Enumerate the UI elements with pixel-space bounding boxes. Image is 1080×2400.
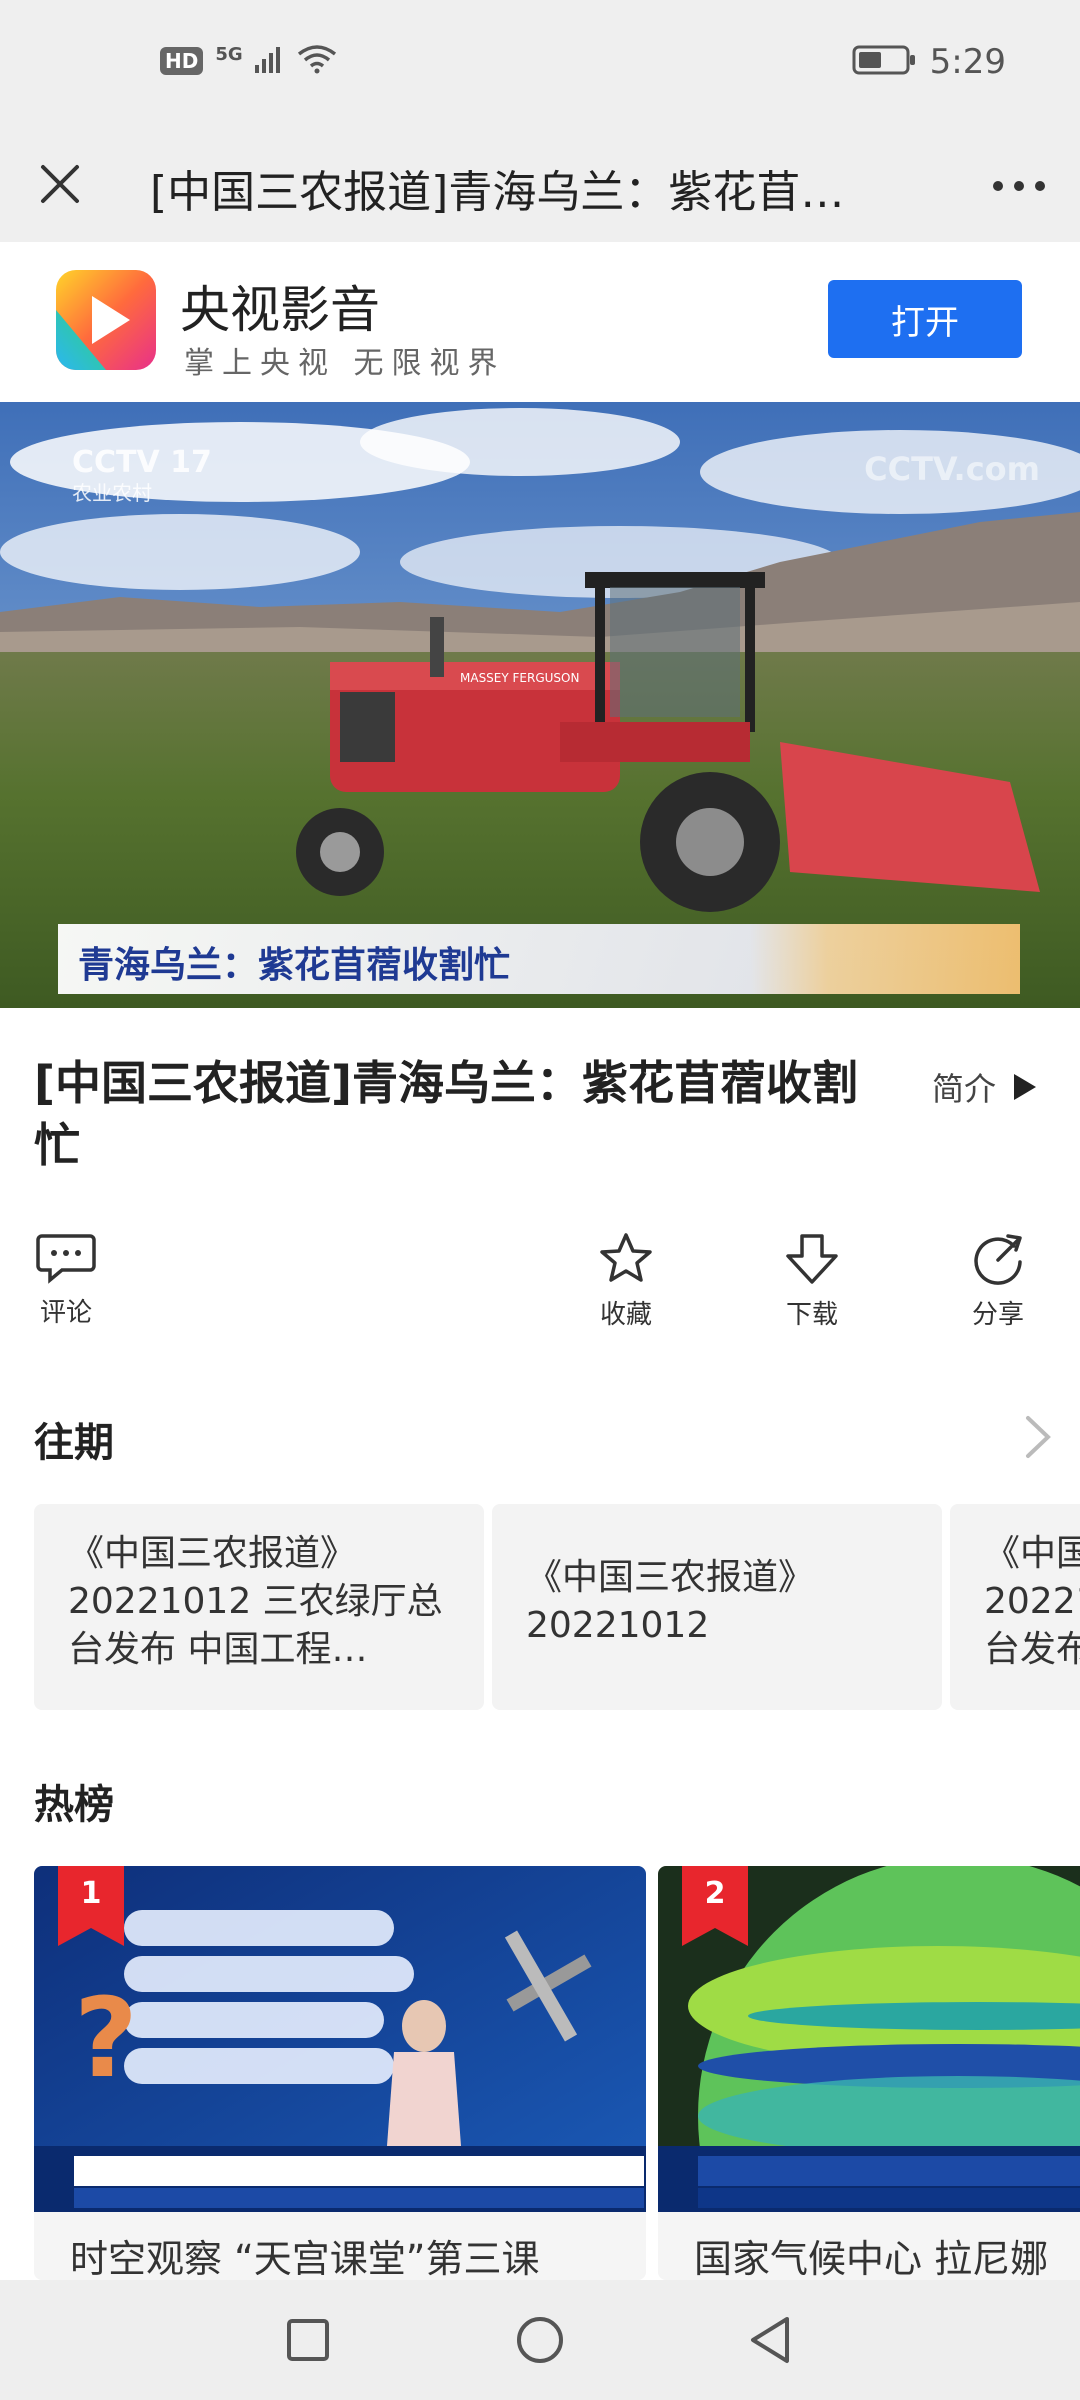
title-bar: [中国三农报道]青海乌兰：紫花苜… [0,130,1080,242]
square-icon [287,2319,329,2361]
signal-icon [254,45,285,77]
episode-title: 《中国三农报道》20221012 三农绿厅总台发布 中国工程… [68,1533,443,1670]
hd-badge: HD [160,47,204,75]
open-app-button[interactable]: 打开 [828,280,1022,358]
rank-badge: 1 [58,1866,124,1946]
past-episodes-more[interactable] [1020,1414,1056,1464]
channel-logo: CCTV 17 农业农村 [72,448,212,508]
channel-logo-text: CCTV 17 [72,445,212,480]
intro-link[interactable]: 简介 [932,1064,1038,1110]
hot-list: ? 1 时空观察 “天宫课堂”第三课 2 国家气候中心 拉尼娜 [34,1866,1080,2280]
rank-number: 1 [80,1876,102,1911]
video-headline: [中国三农报道]青海乌兰：紫花苜蓿收割忙 [34,1056,859,1172]
share-label: 分享 [971,1300,1024,1330]
rank-number: 2 [704,1876,726,1911]
download-action[interactable]: 下载 [784,1232,840,1331]
hot-item-title: 时空观察 “天宫课堂”第三课 [70,2237,540,2280]
home-button[interactable] [510,2310,570,2370]
episode-title: 《中国三农报道》20221012 [526,1557,815,1646]
intro-label: 简介 [932,1070,997,1108]
app-name: 央视影音 [180,281,380,339]
watermark: CCTV.com [864,450,1040,488]
comment-label: 评论 [39,1298,92,1328]
past-episodes-title: 往期 [34,1420,114,1466]
download-label: 下载 [785,1300,838,1330]
favorite-action[interactable]: 收藏 [598,1232,654,1331]
hot-thumbnail: ? [34,1866,646,2212]
rank-badge: 2 [682,1866,748,1946]
hot-card[interactable]: 2 国家气候中心 拉尼娜 [658,1866,1080,2280]
episode-card[interactable]: 《中国三农报道》20221012 三农绿厅总台发布 中国工程… [34,1504,484,1710]
network-type: 5G [215,43,243,65]
app-slogan: 掌上央视 无限视界 [184,346,506,381]
more-icon [993,181,1045,191]
comment-action[interactable]: 评论 [36,1232,96,1329]
star-icon [600,1233,652,1282]
recent-apps-button[interactable] [278,2310,338,2370]
app-logo [56,270,156,370]
chevron-right-icon [1026,1416,1051,1458]
wifi-icon [297,44,337,78]
hot-list-title: 热榜 [34,1782,114,1828]
close-button[interactable] [28,152,92,216]
more-button[interactable] [984,156,1054,216]
share-icon [974,1234,1022,1285]
episode-title: 《中国三农报道》20221012 三农绿厅总台发布 [984,1533,1080,1670]
close-icon [41,165,79,203]
page-title: [中国三农报道]青海乌兰：紫花苜… [150,167,845,218]
status-icons-left: HD 5G [160,44,337,78]
share-action[interactable]: 分享 [970,1232,1026,1331]
video-caption: 青海乌兰：紫花苜蓿收割忙 [78,945,511,986]
hot-item-title: 国家气候中心 拉尼娜 [694,2237,1049,2280]
svg-text:MASSEY FERGUSON: MASSEY FERGUSON [460,671,579,685]
status-icons-right: 5:29 [852,42,1006,82]
status-bar: HD 5G 5:29 [0,0,1080,130]
download-icon [786,1234,838,1284]
favorite-label: 收藏 [599,1300,652,1330]
comment-icon [36,1234,96,1284]
clock: 5:29 [929,42,1006,82]
svg-text:?: ? [74,1974,138,2102]
app-promo-banner: 央视影音 掌上央视 无限视界 打开 [0,242,1080,402]
circle-icon [517,2317,563,2363]
back-button[interactable] [740,2310,800,2370]
channel-logo-sub: 农业农村 [72,481,152,505]
episode-card[interactable]: 《中国三农报道》20221012 [492,1504,942,1710]
battery-icon [852,44,916,80]
play-triangle-icon [1014,1074,1037,1100]
episode-card[interactable]: 《中国三农报道》20221012 三农绿厅总台发布 [950,1504,1080,1710]
video-caption-bar: 青海乌兰：紫花苜蓿收割忙 [58,924,1020,994]
hot-card[interactable]: ? 1 时空观察 “天宫课堂”第三课 [34,1866,646,2280]
system-nav-bar [0,2280,1080,2400]
past-episodes-list: 《中国三农报道》20221012 三农绿厅总台发布 中国工程… 《中国三农报道》… [34,1504,1080,1714]
triangle-back-icon [751,2317,789,2363]
video-player[interactable]: MASSEY FERGUSON CCTV 17 农业农村 CCTV.com 青海… [0,402,1080,1008]
